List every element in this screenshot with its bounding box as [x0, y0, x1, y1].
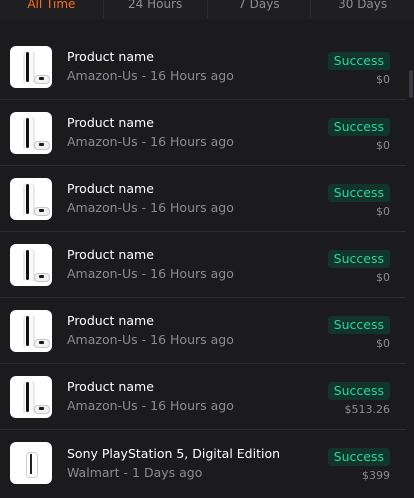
ps5-disc-icon	[10, 177, 52, 220]
ps5-disc-icon	[10, 45, 52, 88]
tab-30-days[interactable]: 30 Days	[310, 0, 414, 18]
item-price: $0	[376, 271, 390, 284]
list-item[interactable]: Product name Amazon-Us - 16 Hours ago Su…	[0, 166, 406, 232]
item-price: $513.26	[344, 403, 391, 416]
list-item[interactable]: Product name Amazon-Us - 16 Hours ago Su…	[0, 364, 406, 430]
list-item[interactable]: Product name Amazon-Us - 16 Hours ago Su…	[0, 34, 406, 100]
list-item[interactable]: Product name Amazon-Us - 16 Hours ago Su…	[0, 232, 406, 298]
scrollbar-thumb[interactable]	[409, 70, 413, 98]
status-badge: Success	[327, 382, 390, 400]
product-list: Product name Amazon-Us - 16 Hours ago Su…	[0, 34, 406, 496]
item-price: $0	[376, 205, 390, 218]
ps5-disc-icon	[10, 375, 52, 418]
status-badge: Success	[327, 184, 390, 202]
status-badge: Success	[327, 250, 390, 268]
item-price: $0	[376, 139, 390, 152]
ps5-disc-icon	[10, 309, 52, 352]
item-price: $0	[376, 337, 390, 350]
list-item[interactable]: Sony PlayStation 5, Digital Edition Walm…	[0, 430, 406, 496]
time-range-tabs: All Time 24 Hours 7 Days 30 Days	[0, 0, 414, 20]
tab-all-time[interactable]: All Time	[0, 0, 103, 18]
status-badge: Success	[327, 118, 390, 136]
ps5-disc-icon	[10, 111, 52, 154]
item-price: $399	[362, 469, 390, 482]
item-price: $0	[376, 73, 390, 86]
status-badge: Success	[327, 316, 390, 334]
tab-24-hours[interactable]: 24 Hours	[102, 0, 207, 18]
list-item[interactable]: Product name Amazon-Us - 16 Hours ago Su…	[0, 100, 406, 166]
ps5-disc-icon	[10, 243, 52, 286]
status-badge: Success	[327, 52, 390, 70]
status-badge: Success	[327, 448, 390, 466]
list-item[interactable]: Product name Amazon-Us - 16 Hours ago Su…	[0, 298, 406, 364]
scrollbar[interactable]	[408, 30, 414, 498]
tab-7-days[interactable]: 7 Days	[206, 0, 311, 18]
ps5-digital-icon	[10, 442, 52, 484]
